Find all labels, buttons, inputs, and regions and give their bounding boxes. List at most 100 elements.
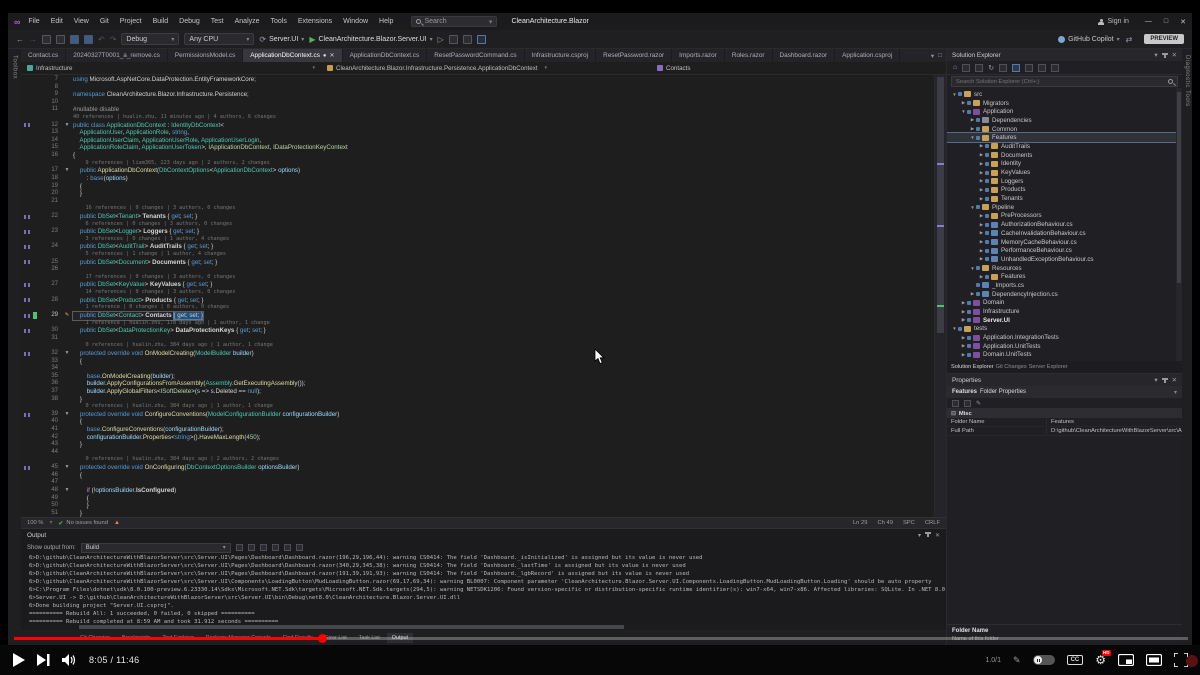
menu-item-help[interactable]: Help — [379, 18, 393, 25]
tree-item-performancebehaviour-cs[interactable]: ▶PerformanceBehaviour.cs — [947, 246, 1182, 255]
tree-item-tenants[interactable]: ▶Tenants — [947, 194, 1182, 203]
new-project-icon[interactable] — [42, 35, 51, 44]
dock-tab-git-changes[interactable]: Git Changes — [996, 364, 1027, 370]
expander-icon[interactable]: ▶ — [978, 274, 985, 280]
tree-item-pipeline[interactable]: ▼Pipeline — [947, 203, 1182, 212]
tree-item-documents[interactable]: ▶Documents — [947, 151, 1182, 160]
expander-icon[interactable]: ▼ — [969, 135, 976, 140]
feedback-icon[interactable]: ⇄ — [1126, 35, 1133, 44]
start-debugging-button[interactable]: ▶ CleanArchitecture.Blazor.Server.UI▾ — [309, 35, 432, 44]
codelens-row[interactable]: 16 references | 0 changes | 3 authors, 0… — [21, 205, 934, 213]
code-line[interactable]: 19 { — [21, 183, 934, 191]
undo-icon[interactable]: ↶ — [98, 35, 105, 44]
tree-item-infrastructure[interactable]: ▶Infrastructure — [947, 307, 1182, 316]
tree-item-authorizationbehaviour-cs[interactable]: ▶AuthorizationBehaviour.cs — [947, 220, 1182, 229]
code-line[interactable]: 21 — [21, 198, 934, 206]
code-line[interactable]: 14 ApplicationUserClaim, ApplicationUser… — [21, 137, 934, 145]
alphabetical-icon[interactable] — [964, 400, 971, 407]
code-line[interactable]: 50 } — [21, 502, 934, 510]
menu-item-file[interactable]: File — [28, 18, 39, 25]
column-indicator[interactable]: Ch 49 — [877, 520, 892, 526]
code-line[interactable]: 10 — [21, 99, 934, 107]
close-tab-icon[interactable]: ✕ — [330, 52, 335, 59]
menu-item-tools[interactable]: Tools — [271, 18, 287, 25]
play-button[interactable] — [12, 653, 25, 667]
document-tab[interactable]: 20240327T0001_a_remove.cs — [66, 49, 168, 62]
tree-item-dependencyinjection-cs[interactable]: ▶DependencyInjection.cs — [947, 290, 1182, 299]
codelens-row[interactable]: 3 references | 0 changes | 1 author, 4 c… — [21, 236, 934, 244]
code-line[interactable]: 46 { — [21, 472, 934, 480]
codelens-row[interactable]: 0 references | hualin.zhu, 384 days ago … — [21, 403, 934, 411]
tree-item-application-integrationtests[interactable]: ▶Application.IntegrationTests — [947, 333, 1182, 342]
collapse-all-icon[interactable] — [999, 64, 1007, 72]
save-all-icon[interactable] — [84, 35, 93, 44]
expander-icon[interactable]: ▶ — [978, 248, 985, 254]
expander-icon[interactable]: ▶ — [978, 187, 985, 193]
minimize-button[interactable]: — — [1145, 18, 1152, 26]
build-output-log[interactable]: 6>D:\github\CleanArchitectureWithBlazorS… — [21, 554, 946, 624]
codelens-row[interactable]: 0 references | hualin.zhu, 384 days ago … — [21, 342, 934, 350]
expander-icon[interactable]: ▶ — [960, 335, 967, 341]
toolbar-icon[interactable] — [463, 35, 472, 44]
expander-icon[interactable]: ▶ — [978, 152, 985, 158]
codelens-row[interactable]: 1 reference | 0 changes | 0 authors, 0 c… — [21, 304, 934, 312]
menu-item-debug[interactable]: Debug — [179, 18, 200, 25]
tree-item-docker-compose[interactable]: ▶docker-compose — [947, 359, 1182, 361]
code-line[interactable]: 33 { — [21, 358, 934, 366]
expander-icon[interactable]: ▼ — [960, 109, 967, 114]
codelens-row[interactable]: 5 references | 1 change | 1 author, 4 ch… — [21, 251, 934, 259]
solution-platform-dropdown[interactable]: Any CPU▾ — [184, 33, 254, 45]
line-indicator[interactable]: Ln 29 — [853, 520, 868, 526]
code-line[interactable]: 42 configurationBuilder.Properties<strin… — [21, 434, 934, 442]
code-line[interactable]: 49 { — [21, 495, 934, 503]
properties-object-dropdown[interactable]: Features Folder Properties ▾ — [947, 386, 1182, 398]
project-dropdown[interactable]: Infrastructure ▾ — [21, 62, 321, 74]
dock-tab-solution-explorer[interactable]: Solution Explorer — [951, 364, 994, 370]
tree-item-src[interactable]: ▼src — [947, 90, 1182, 99]
tree-item-keyvalues[interactable]: ▶KeyValues — [947, 168, 1182, 177]
codelens-row[interactable]: 14 references | 0 changes | 3 authors, 0… — [21, 289, 934, 297]
word-wrap-icon[interactable] — [284, 544, 291, 551]
tree-item-dependencies[interactable]: ▶Dependencies — [947, 116, 1182, 125]
closed-captions-button[interactable]: CC — [1067, 655, 1084, 665]
fold-toggle[interactable]: ▼ — [61, 167, 73, 175]
theater-mode-button[interactable] — [1146, 654, 1162, 666]
solution-search[interactable] — [951, 76, 1178, 87]
tree-item-server-ui[interactable]: ▶Server.UI — [947, 316, 1182, 325]
property-pages-icon[interactable]: ✎ — [976, 400, 981, 407]
codelens-row[interactable]: 40 references | hualin.zhu, 11 minutes a… — [21, 114, 934, 122]
code-line[interactable]: 32▼ protected override void OnModelCreat… — [21, 350, 934, 358]
hot-reload-icon[interactable]: ▲ — [114, 520, 120, 526]
chevron-down-icon[interactable]: ▾ — [918, 532, 921, 539]
codelens-row[interactable]: 1 reference | hualin.zhu, 178 days ago |… — [21, 320, 934, 328]
tree-item-application-unittests[interactable]: ▶Application.UnitTests — [947, 342, 1182, 351]
codelens-row[interactable]: 6 references | 0 changes | 3 authors, 0 … — [21, 221, 934, 229]
preview-selected-items-icon[interactable] — [1051, 64, 1059, 72]
codelens-row[interactable]: 0 references | hualin.zhu, 384 days ago … — [21, 456, 934, 464]
expander-icon[interactable]: ▶ — [978, 161, 985, 167]
menu-item-view[interactable]: View — [74, 18, 89, 25]
autoplay-toggle[interactable] — [1033, 655, 1055, 665]
code-line[interactable]: 39▼ protected override void ConfigureCon… — [21, 411, 934, 419]
tree-item-features[interactable]: ▼Features — [947, 133, 1182, 142]
autoscroll-icon[interactable] — [296, 544, 303, 551]
close-icon[interactable]: ✕ — [935, 532, 940, 539]
editor-scrollbar[interactable] — [934, 75, 946, 517]
code-line[interactable]: 27 public DbSet<KeyValue> KeyValues { ge… — [21, 281, 934, 289]
code-line[interactable]: 34 — [21, 365, 934, 373]
tree-item-domain[interactable]: ▶Domain — [947, 299, 1182, 308]
expander-icon[interactable]: ▼ — [951, 92, 958, 97]
code-editor[interactable]: 7using Microsoft.AspNetCore.DataProtecti… — [21, 75, 946, 517]
code-line[interactable]: 29✎ public DbSet<Contact> Contacts { get… — [21, 312, 934, 320]
tree-item-products[interactable]: ▶Products — [947, 186, 1182, 195]
document-tab[interactable]: Dashboard.razor — [773, 49, 836, 62]
toolbar-icon[interactable] — [477, 35, 486, 44]
expander-icon[interactable]: ▼ — [951, 326, 958, 331]
document-tab[interactable]: ApplicationDbContext.cs — [343, 49, 428, 62]
code-line[interactable]: 13 ApplicationUser, ApplicationRole, str… — [21, 129, 934, 137]
health-indicator[interactable]: ✔ No issues found — [58, 520, 108, 527]
expander-icon[interactable]: ▶ — [969, 291, 976, 297]
solution-search-input[interactable] — [952, 79, 1168, 85]
code-line[interactable]: 51 } — [21, 510, 934, 517]
expander-icon[interactable]: ▶ — [960, 300, 967, 306]
